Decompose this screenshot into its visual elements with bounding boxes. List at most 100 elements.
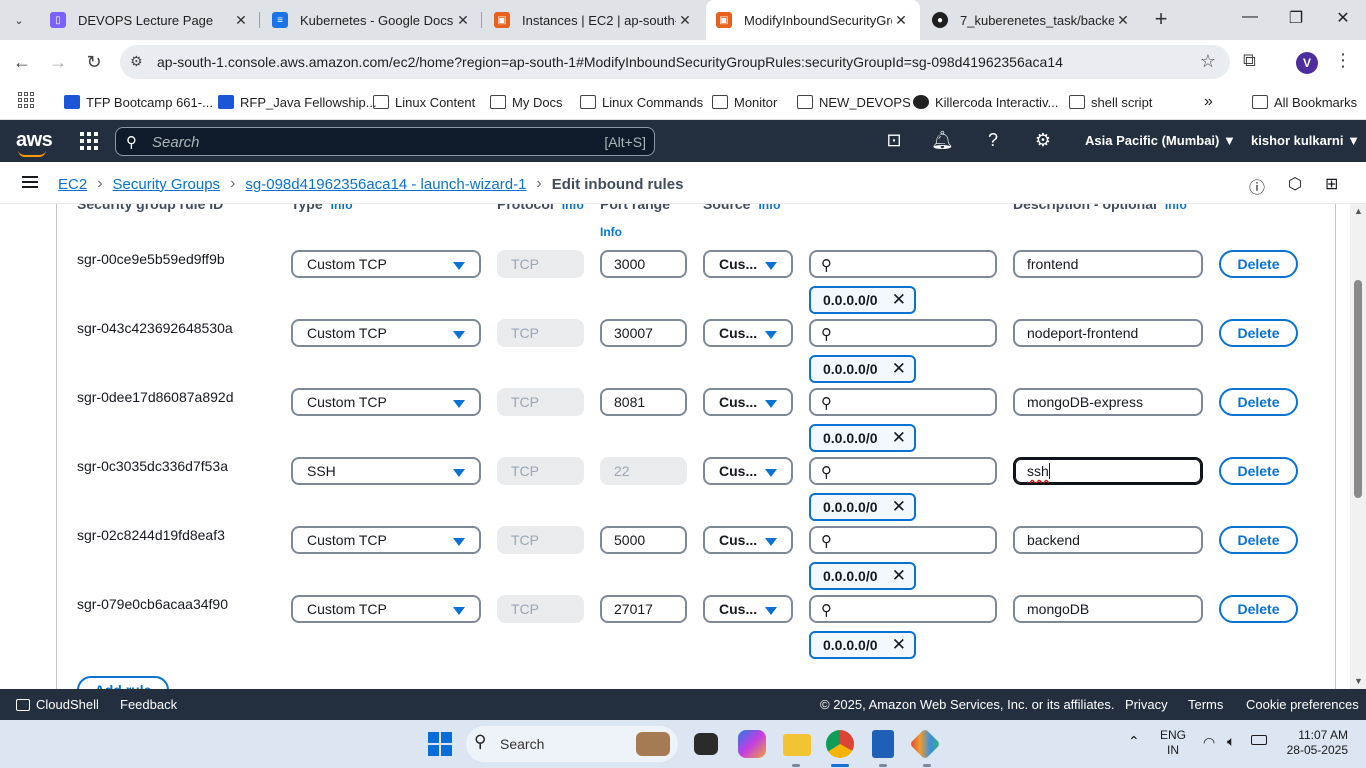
close-icon[interactable]: ✕ [232, 12, 250, 29]
cidr-search-input[interactable]: ⚲ [809, 595, 997, 623]
feedback-link[interactable]: Feedback [120, 697, 177, 712]
port-range-input[interactable]: 30007 [600, 319, 687, 347]
bookmark-rfp[interactable]: RFP_Java Fellowship... [218, 92, 377, 112]
tab-devops-lecture[interactable]: ▯ DEVOPS Lecture Page ✕ [40, 4, 260, 36]
delete-button[interactable]: Delete [1219, 319, 1298, 347]
close-icon[interactable]: ✕ [676, 12, 694, 29]
bookmark-shell-script[interactable]: shell script [1069, 92, 1152, 112]
settings-gear-icon[interactable]: ⚙ [1032, 130, 1054, 151]
bookmark-killercoda[interactable]: Killercoda Interactiv... [913, 92, 1058, 112]
cloudshell-link[interactable]: CloudShell [16, 697, 99, 712]
maximize-icon[interactable]: ❐ [1273, 8, 1319, 28]
cidr-search-input[interactable]: ⚲ [809, 319, 997, 347]
browser-menu-icon[interactable]: ⋮ [1334, 50, 1352, 71]
battery-icon[interactable] [1251, 735, 1267, 745]
source-select[interactable]: Cus... [703, 319, 793, 347]
url-text[interactable]: ap-south-1.console.aws.amazon.com/ec2/ho… [157, 54, 1063, 70]
source-select[interactable]: Cus... [703, 526, 793, 554]
account-menu[interactable]: kishor kulkarni ▼ [1251, 133, 1360, 148]
cidr-search-input[interactable]: ⚲ [809, 388, 997, 416]
port-range-input[interactable]: 27017 [600, 595, 687, 623]
type-select[interactable]: Custom TCP [291, 595, 481, 623]
info-link[interactable]: Info [562, 204, 584, 212]
notifications-bell-icon[interactable]: 🔔︎ [931, 130, 954, 151]
close-icon[interactable]: ✕ [892, 12, 910, 29]
breadcrumb-ec2[interactable]: EC2 [58, 176, 87, 193]
description-input[interactable]: mongoDB [1013, 595, 1203, 623]
remove-x-icon[interactable]: ✕ [892, 564, 906, 588]
scroll-down-arrow-icon[interactable]: ▼ [1354, 676, 1363, 686]
cidr-search-input[interactable]: ⚲ [809, 250, 997, 278]
show-hidden-icons-chevron-icon[interactable]: ⌃ [1128, 734, 1140, 749]
description-input[interactable]: ssh [1013, 457, 1203, 485]
volume-icon[interactable]: 🔈︎ [1227, 734, 1235, 749]
port-range-info-link[interactable]: Info [600, 225, 622, 239]
description-input[interactable]: nodeport-frontend [1013, 319, 1203, 347]
breadcrumb-security-groups[interactable]: Security Groups [113, 176, 221, 193]
info-link[interactable]: Info [331, 204, 353, 212]
bookmark-star-icon[interactable]: ☆ [1200, 51, 1216, 72]
help-icon[interactable]: ? [982, 130, 1004, 151]
cloudshell-terminal-icon[interactable]: ⊡ [883, 130, 905, 151]
taskbar-search[interactable]: ⚲ Search [466, 726, 678, 762]
remove-x-icon[interactable]: ✕ [892, 633, 906, 657]
source-select[interactable]: Cus... [703, 595, 793, 623]
port-range-input[interactable]: 8081 [600, 388, 687, 416]
clock[interactable]: 11:07 AM 28-05-2025 [1286, 728, 1348, 758]
type-select[interactable]: Custom TCP [291, 388, 481, 416]
type-select[interactable]: Custom TCP [291, 250, 481, 278]
port-range-input[interactable]: 5000 [600, 526, 687, 554]
description-input[interactable]: mongoDB-express [1013, 388, 1203, 416]
delete-button[interactable]: Delete [1219, 526, 1298, 554]
extensions-puzzle-icon[interactable]: ⧉ [1243, 50, 1256, 71]
breadcrumb-security-group[interactable]: sg-098d41962356aca14 - launch-wizard-1 [245, 176, 526, 193]
services-grid-icon[interactable] [80, 132, 98, 150]
scrollbar-thumb[interactable] [1354, 280, 1362, 498]
tab-search-chevron-icon[interactable]: ⌄ [6, 8, 32, 32]
notifications-panel-icon[interactable]: ⬡ [1288, 174, 1302, 194]
split-panel-icon[interactable]: ⊞ [1325, 174, 1338, 194]
source-select[interactable]: Cus... [703, 457, 793, 485]
description-input[interactable]: backend [1013, 526, 1203, 554]
bookmark-new-devops[interactable]: NEW_DEVOPS [797, 92, 911, 112]
source-select[interactable]: Cus... [703, 250, 793, 278]
remove-x-icon[interactable]: ✕ [892, 495, 906, 519]
privacy-link[interactable]: Privacy [1125, 697, 1168, 712]
forward-arrow-icon[interactable]: → [46, 50, 70, 74]
aws-logo[interactable]: aws [16, 129, 53, 157]
minimize-icon[interactable]: — [1227, 8, 1273, 26]
region-selector[interactable]: Asia Pacific (Mumbai) ▼ [1085, 133, 1236, 148]
side-nav-menu-icon[interactable] [22, 176, 38, 188]
cookie-preferences-link[interactable]: Cookie preferences [1246, 697, 1359, 712]
type-select[interactable]: SSH [291, 457, 481, 485]
bookmark-tfp[interactable]: TFP Bootcamp 661-... [64, 92, 213, 112]
address-bar[interactable]: ⚙ ap-south-1.console.aws.amazon.com/ec2/… [120, 45, 1230, 79]
notepad-icon[interactable] [872, 730, 894, 758]
info-link[interactable]: Info [1165, 204, 1187, 212]
cidr-search-input[interactable]: ⚲ [809, 457, 997, 485]
file-explorer-icon[interactable] [783, 734, 811, 756]
page-scrollbar[interactable]: ▲ ▼ [1350, 204, 1366, 689]
windows-start-icon[interactable] [428, 732, 452, 756]
remove-x-icon[interactable]: ✕ [892, 288, 906, 312]
input-language[interactable]: ENG IN [1160, 728, 1186, 758]
tab-ec2-instances[interactable]: ▣ Instances | EC2 | ap-south-1 ✕ [484, 4, 704, 36]
remove-x-icon[interactable]: ✕ [892, 357, 906, 381]
back-arrow-icon[interactable]: ← [10, 50, 34, 74]
terms-link[interactable]: Terms [1188, 697, 1223, 712]
task-view-icon[interactable] [694, 733, 718, 755]
tab-kubernetes-docs[interactable]: ≡ Kubernetes - Google Docs ✕ [262, 4, 482, 36]
snipping-tool-icon[interactable] [909, 728, 941, 760]
new-tab-plus-icon[interactable]: + [1148, 7, 1174, 33]
chrome-icon[interactable] [826, 730, 854, 758]
source-select[interactable]: Cus... [703, 388, 793, 416]
info-panel-icon[interactable]: ⓘ [1249, 174, 1265, 198]
remove-x-icon[interactable]: ✕ [892, 426, 906, 450]
tab-modify-inbound[interactable]: ▣ ModifyInboundSecurityGrou ✕ [706, 0, 920, 40]
bookmark-my-docs[interactable]: My Docs [490, 92, 563, 112]
aws-search-input[interactable]: ⚲ Search [Alt+S] [115, 127, 655, 156]
add-rule-button[interactable]: Add rule [77, 676, 169, 689]
description-input[interactable]: frontend [1013, 250, 1203, 278]
profile-avatar[interactable]: V [1296, 52, 1318, 74]
reload-icon[interactable]: ↻ [82, 50, 106, 74]
